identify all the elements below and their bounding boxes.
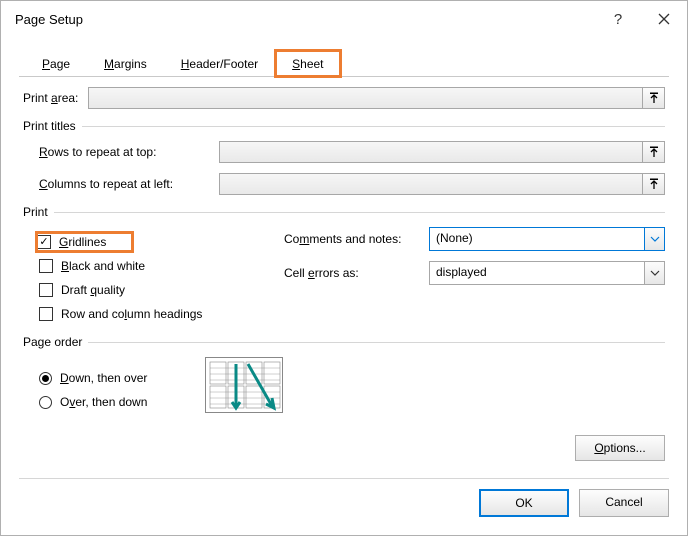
- draft-label: Draft quality: [61, 283, 125, 297]
- comments-label: Comments and notes:: [284, 232, 429, 246]
- print-area-label: Print area:: [23, 91, 78, 105]
- over-then-down-radio[interactable]: [39, 396, 52, 409]
- row-col-headings-label: Row and column headings: [61, 307, 202, 321]
- chevron-down-icon: [645, 227, 665, 251]
- page-order-legend: Page order: [23, 335, 82, 349]
- black-white-label: Black and white: [61, 259, 145, 273]
- over-then-down-label: Over, then down: [60, 395, 147, 409]
- errors-value: displayed: [429, 261, 645, 285]
- collapse-dialog-icon[interactable]: [643, 173, 665, 195]
- ok-button[interactable]: OK: [479, 489, 569, 517]
- cols-repeat-label: Columns to repeat at left:: [39, 177, 209, 191]
- close-button[interactable]: [641, 1, 687, 37]
- rows-repeat-input[interactable]: [219, 141, 643, 163]
- tab-page[interactable]: Page: [25, 50, 87, 77]
- tab-margins[interactable]: Margins: [87, 50, 164, 77]
- chevron-down-icon: [645, 261, 665, 285]
- cols-repeat-input[interactable]: [219, 173, 643, 195]
- help-button[interactable]: ?: [595, 1, 641, 37]
- titlebar: Page Setup ?: [1, 1, 687, 37]
- black-white-checkbox[interactable]: [39, 259, 53, 273]
- page-order-diagram: [205, 357, 283, 413]
- print-legend: Print: [23, 205, 48, 219]
- down-then-over-radio[interactable]: [39, 372, 52, 385]
- options-button[interactable]: Options...: [575, 435, 665, 461]
- print-titles-legend: Print titles: [23, 119, 76, 133]
- errors-select[interactable]: displayed: [429, 261, 665, 285]
- page-setup-dialog: Page Setup ? Page Margins Header/Footer …: [0, 0, 688, 536]
- print-area-input[interactable]: [88, 87, 643, 109]
- collapse-dialog-icon[interactable]: [643, 87, 665, 109]
- tabstrip: Page Margins Header/Footer Sheet: [19, 49, 669, 77]
- tab-header-footer[interactable]: Header/Footer: [164, 50, 275, 77]
- gridlines-label: Gridlines: [59, 235, 106, 249]
- errors-label: Cell errors as:: [284, 266, 429, 280]
- draft-checkbox[interactable]: [39, 283, 53, 297]
- comments-value: (None): [429, 227, 645, 251]
- tab-sheet[interactable]: Sheet: [275, 50, 340, 77]
- row-col-headings-checkbox[interactable]: [39, 307, 53, 321]
- comments-select[interactable]: (None): [429, 227, 665, 251]
- cancel-button[interactable]: Cancel: [579, 489, 669, 517]
- down-then-over-label: Down, then over: [60, 371, 147, 385]
- gridlines-checkbox[interactable]: [37, 235, 51, 249]
- collapse-dialog-icon[interactable]: [643, 141, 665, 163]
- window-title: Page Setup: [15, 12, 595, 27]
- rows-repeat-label: Rows to repeat at top:: [39, 145, 209, 159]
